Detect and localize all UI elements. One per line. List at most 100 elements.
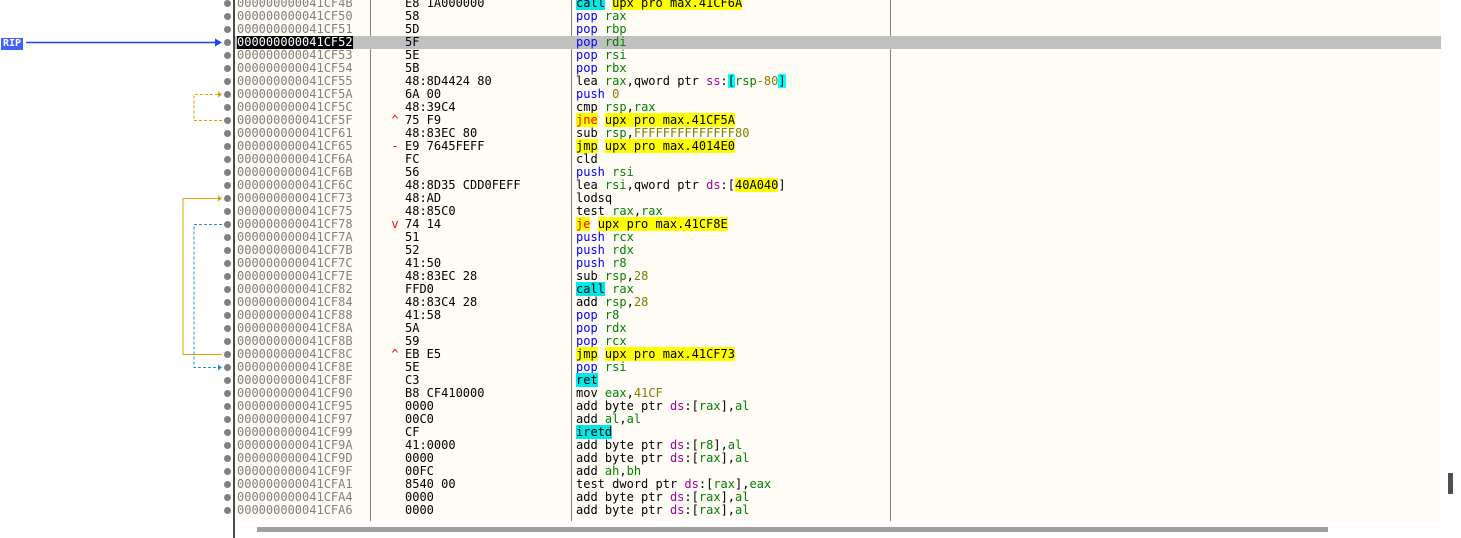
operand: , bbox=[727, 399, 736, 413]
address[interactable]: 000000000041CFA6 bbox=[237, 504, 353, 517]
operand: ds bbox=[669, 503, 685, 517]
operand: 41CF bbox=[633, 386, 663, 400]
operand: , bbox=[727, 503, 736, 517]
operand: -80 bbox=[756, 74, 779, 88]
instruction-row[interactable]: 000000000041CFA6 0000 add byte ptr ds:[rax… bbox=[235, 504, 1441, 517]
operand: rsi bbox=[612, 165, 634, 179]
mnemonic: lodsq bbox=[576, 191, 613, 205]
branch-target: upx pro max.41CF8E bbox=[597, 217, 728, 231]
operand: [ bbox=[727, 178, 736, 192]
mnemonic: push bbox=[576, 243, 605, 257]
mnemonic: pop bbox=[576, 48, 598, 62]
mnemonic: add bbox=[576, 438, 598, 452]
operand: al bbox=[626, 412, 642, 426]
mnemonic: add bbox=[576, 503, 598, 517]
mnemonic: test bbox=[576, 477, 605, 491]
operand: byte ptr bbox=[604, 490, 670, 504]
horizontal-scrollbar-thumb[interactable] bbox=[257, 527, 1328, 532]
operand: ds bbox=[669, 490, 685, 504]
operand: , bbox=[633, 204, 642, 218]
operand: qword ptr bbox=[633, 74, 707, 88]
jump-arrow-line bbox=[193, 94, 222, 121]
operand: rsp bbox=[735, 74, 757, 88]
operand: ] bbox=[720, 490, 728, 504]
mnemonic: push bbox=[576, 230, 605, 244]
instruction-text[interactable]: jmp upx pro max.4014E0 bbox=[576, 139, 735, 153]
operand: [ bbox=[727, 74, 736, 88]
mnemonic: jne bbox=[576, 113, 598, 127]
operand: bh bbox=[626, 464, 642, 478]
operand: rdi bbox=[604, 35, 627, 49]
operand: rcx bbox=[612, 230, 634, 244]
operand: al bbox=[735, 451, 750, 465]
operand: al bbox=[727, 438, 743, 452]
operand: ds bbox=[706, 178, 721, 192]
operand: byte ptr bbox=[604, 399, 670, 413]
operand: rsp bbox=[604, 269, 627, 283]
operand: : bbox=[720, 178, 728, 192]
operand: , bbox=[626, 386, 634, 400]
horizontal-scrollbar[interactable] bbox=[235, 521, 1441, 538]
jump-arrow-line bbox=[182, 198, 222, 355]
mnemonic: lea bbox=[576, 178, 598, 192]
operand: rax bbox=[698, 451, 721, 465]
operand: , bbox=[727, 490, 736, 504]
vertical-scrollbar-thumb[interactable] bbox=[1448, 473, 1453, 494]
operand: [ bbox=[691, 399, 699, 413]
operand: , bbox=[626, 126, 634, 140]
operand: rcx bbox=[604, 334, 627, 348]
jump-arrowhead-icon bbox=[218, 195, 222, 202]
operand: ds bbox=[669, 399, 685, 413]
branch-direction-icon: ^ bbox=[391, 113, 399, 127]
operand: rax bbox=[698, 399, 721, 413]
instruction-text[interactable]: add byte ptr ds:[rax],al bbox=[576, 504, 749, 517]
operand: al bbox=[735, 503, 750, 517]
jump-arrows bbox=[26, 38, 222, 371]
operand: ] bbox=[720, 399, 728, 413]
operand: : bbox=[684, 451, 692, 465]
operand: : bbox=[698, 477, 707, 491]
operand: : bbox=[684, 503, 692, 517]
mnemonic: push bbox=[576, 165, 605, 179]
vertical-scrollbar[interactable] bbox=[1441, 0, 1461, 538]
operand: : bbox=[684, 399, 692, 413]
mnemonic: jmp bbox=[576, 347, 598, 361]
branch-target: upx pro max.4014E0 bbox=[604, 139, 735, 153]
branch-target: upx pro max.41CF73 bbox=[604, 347, 735, 361]
mnemonic: mov bbox=[576, 386, 598, 400]
operand: ] bbox=[720, 503, 728, 517]
mnemonic: cld bbox=[576, 152, 598, 166]
operand: , bbox=[619, 464, 627, 478]
mnemonic: add bbox=[576, 412, 598, 426]
operand: 40A040 bbox=[735, 178, 779, 192]
operand: [ bbox=[691, 451, 699, 465]
operand: ss bbox=[706, 74, 721, 88]
operand: ds bbox=[669, 438, 685, 452]
mnemonic: ret bbox=[576, 373, 598, 387]
operand: r8 bbox=[604, 308, 620, 322]
operand: : bbox=[684, 490, 692, 504]
branch-direction-icon: ^ bbox=[391, 347, 399, 361]
jump-arrowhead-icon bbox=[218, 364, 222, 371]
operand: eax bbox=[604, 386, 627, 400]
mnemonic: add bbox=[576, 464, 598, 478]
mnemonic: pop bbox=[576, 360, 598, 374]
operand: rax bbox=[641, 204, 663, 218]
operand: ] bbox=[778, 74, 786, 88]
instruction-bytes[interactable]: 0000 bbox=[405, 504, 434, 517]
operand: ds bbox=[684, 477, 699, 491]
operand: ah bbox=[604, 464, 620, 478]
mnemonic: add bbox=[576, 295, 598, 309]
operand: , bbox=[626, 178, 634, 192]
disassembly-listing[interactable]: 000000000041CF4B E8 1A000000 call upx pro … bbox=[235, 0, 1441, 521]
mnemonic: sub bbox=[576, 269, 598, 283]
branch-target: upx pro max.41CF5A bbox=[604, 113, 735, 127]
mnemonic: add bbox=[576, 399, 598, 413]
operand: eax bbox=[749, 477, 772, 491]
mnemonic: push bbox=[576, 256, 605, 270]
mnemonic: pop bbox=[576, 61, 598, 75]
operand: rax bbox=[698, 490, 721, 504]
mnemonic: pop bbox=[576, 308, 598, 322]
jump-arrowhead-icon bbox=[218, 91, 222, 98]
operand: rsp bbox=[604, 100, 627, 114]
